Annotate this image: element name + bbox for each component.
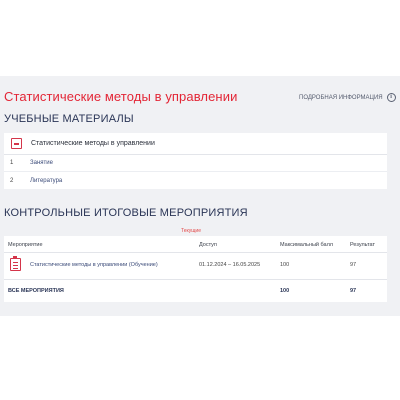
header-max-score: Максимальный балл <box>280 242 333 248</box>
header-result: Результат <box>350 242 376 248</box>
events-section-title: КОНТРОЛЬНЫЕ ИТОГОВЫЕ МЕРОПРИЯТИЯ <box>4 207 248 219</box>
events-table: Мероприятие Доступ Максимальный балл Рез… <box>4 236 387 302</box>
event-access: 01.12.2024 – 16.05.2025 <box>199 262 261 268</box>
total-result: 97 <box>350 288 357 294</box>
materials-card: Статистические методы в управлении 1 Зан… <box>4 133 387 189</box>
total-label: ВСЕ МЕРОПРИЯТИЯ <box>8 288 64 294</box>
tab-current[interactable]: Текущие <box>181 228 201 234</box>
material-link-literature[interactable]: Литература <box>30 178 62 184</box>
event-max-score: 100 <box>280 262 290 268</box>
divider <box>4 252 387 253</box>
event-link[interactable]: Статистические методы в управлении (Обуч… <box>30 262 158 268</box>
materials-section-title: УЧЕБНЫЕ МАТЕРИАЛЫ <box>4 113 134 125</box>
header-event: Мероприятие <box>8 242 43 248</box>
list-item: 2 Литература <box>4 172 387 189</box>
more-info-link[interactable]: ПОДРОБНАЯ ИНФОРМАЦИЯ i <box>299 93 396 102</box>
materials-card-title: Статистические методы в управлении <box>31 140 155 147</box>
header-access: Доступ <box>199 242 217 248</box>
clipboard-icon <box>10 256 21 271</box>
course-title: Статистические методы в управлении <box>4 89 238 104</box>
book-icon <box>11 138 22 149</box>
material-link-lesson[interactable]: Занятие <box>30 160 53 166</box>
event-result: 97 <box>350 262 357 268</box>
info-icon: i <box>386 93 396 102</box>
divider <box>4 279 387 280</box>
more-info-label: ПОДРОБНАЯ ИНФОРМАЦИЯ <box>299 94 383 101</box>
total-max-score: 100 <box>280 288 290 294</box>
list-item: 1 Занятие <box>4 155 387 172</box>
item-number: 2 <box>10 177 14 184</box>
item-number: 1 <box>10 160 14 166</box>
materials-card-header[interactable]: Статистические методы в управлении <box>4 133 387 155</box>
